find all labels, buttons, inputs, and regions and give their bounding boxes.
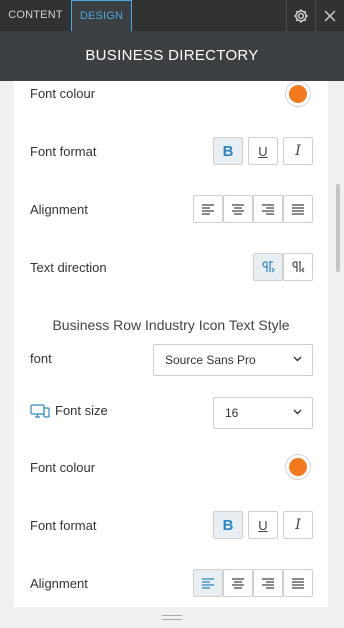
- align-justify-icon: [292, 578, 304, 589]
- font-colour-picker[interactable]: [285, 81, 311, 107]
- chevron-down-icon: [293, 409, 302, 415]
- tab-design[interactable]: DESIGN: [71, 0, 132, 31]
- font-colour-label: Font colour: [30, 86, 96, 101]
- align-center-icon: [232, 578, 244, 589]
- bold-button[interactable]: B: [213, 137, 243, 165]
- align-left-icon: [202, 578, 214, 589]
- font-size-select[interactable]: 16: [213, 397, 313, 429]
- align-center-button[interactable]: [223, 569, 253, 597]
- font-family-value: Source Sans Pro: [165, 353, 256, 367]
- align-justify-button[interactable]: [283, 569, 313, 597]
- desktop-tablet-icon[interactable]: [30, 404, 50, 418]
- ltr-button[interactable]: [253, 253, 283, 281]
- chevron-down-icon: [293, 356, 302, 362]
- font-format-label: Font format: [30, 144, 97, 159]
- align-justify-icon: [292, 204, 304, 215]
- gear-icon: [294, 8, 308, 23]
- alignment-label: Alignment: [30, 576, 88, 591]
- align-justify-button[interactable]: [283, 195, 313, 223]
- close-icon: [324, 10, 336, 21]
- font-format-label: Font format: [30, 518, 97, 533]
- settings-button[interactable]: [286, 0, 315, 31]
- tab-bar: CONTENT DESIGN: [0, 0, 344, 31]
- align-center-icon: [232, 204, 244, 215]
- font-colour-label: Font colour: [30, 460, 96, 475]
- underline-button[interactable]: U: [248, 137, 278, 165]
- font-size-value: 16: [225, 406, 239, 420]
- font-colour-picker[interactable]: [285, 454, 311, 480]
- colour-dot: [289, 85, 307, 103]
- rtl-button[interactable]: [283, 253, 313, 281]
- resize-handle[interactable]: [162, 615, 182, 620]
- alignment-label: Alignment: [30, 202, 88, 217]
- align-right-icon: [262, 578, 274, 589]
- close-button[interactable]: [315, 0, 344, 31]
- align-left-button[interactable]: [193, 195, 223, 223]
- font-size-label: Font size: [55, 403, 108, 418]
- align-center-button[interactable]: [223, 195, 253, 223]
- font-label: font: [30, 351, 52, 366]
- rtl-icon: [292, 261, 305, 273]
- section-title: Business Row Industry Icon Text Style: [52, 317, 290, 333]
- scrollbar[interactable]: [336, 184, 340, 272]
- design-panel: Font colour Font format B U I Alignment …: [14, 81, 328, 607]
- align-left-icon: [202, 204, 214, 215]
- text-direction-label: Text direction: [30, 260, 107, 275]
- underline-button[interactable]: U: [248, 511, 278, 539]
- font-family-select[interactable]: Source Sans Pro: [153, 344, 313, 376]
- ltr-icon: [262, 261, 275, 273]
- italic-button[interactable]: I: [283, 137, 313, 165]
- colour-dot: [289, 458, 307, 476]
- tab-content[interactable]: CONTENT: [0, 0, 71, 31]
- align-right-icon: [262, 204, 274, 215]
- bold-button[interactable]: B: [213, 511, 243, 539]
- align-right-button[interactable]: [253, 195, 283, 223]
- align-right-button[interactable]: [253, 569, 283, 597]
- page-title: BUSINESS DIRECTORY: [0, 31, 344, 81]
- italic-button[interactable]: I: [283, 511, 313, 539]
- align-left-button[interactable]: [193, 569, 223, 597]
